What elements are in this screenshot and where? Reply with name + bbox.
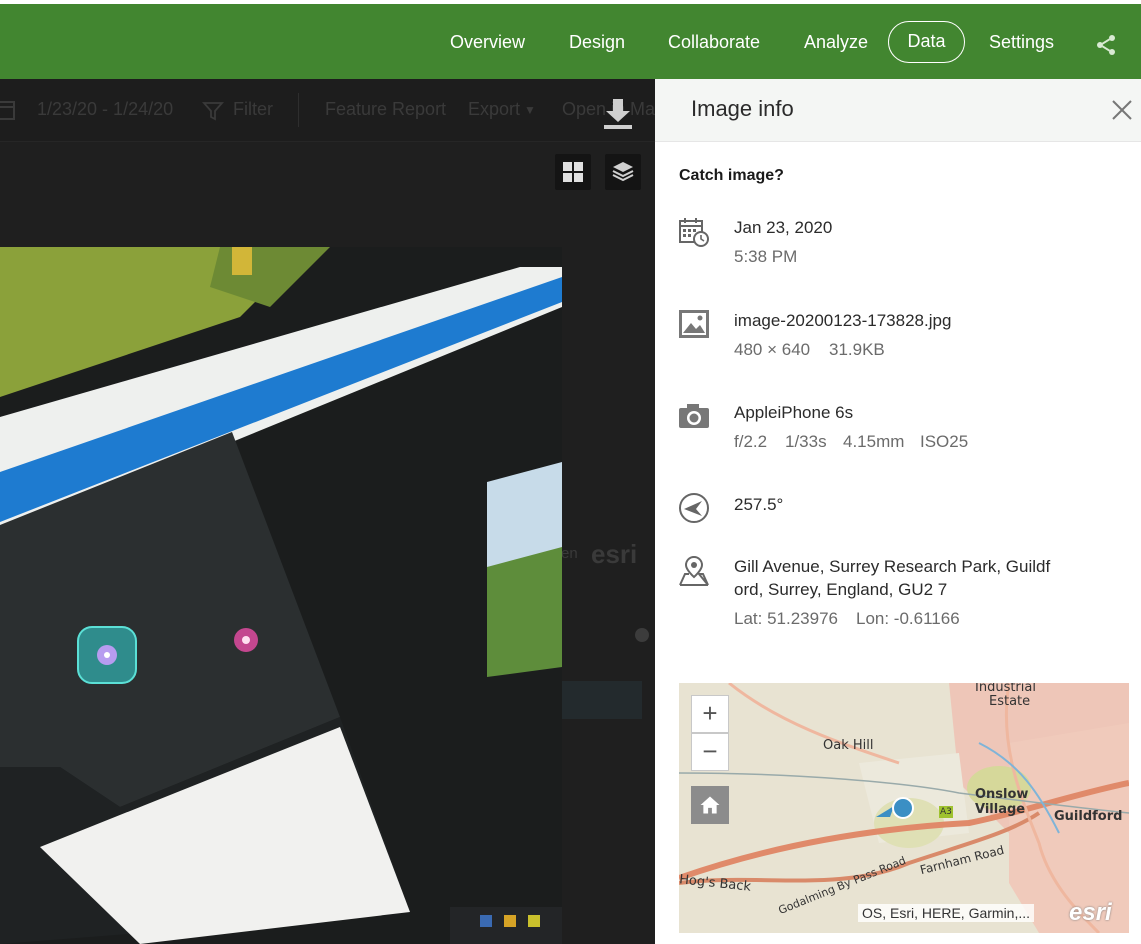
share-icon[interactable] [1094,33,1118,57]
home-button[interactable] [691,786,729,824]
location-address: Gill Avenue, Surrey Research Park, Guild… [734,557,1051,599]
calendar-clock-icon [679,218,709,247]
image-preview [0,247,562,944]
zoom-out-button[interactable]: − [691,733,729,771]
capture-date: Jan 23, 2020 [734,218,833,237]
feature-report-button[interactable]: Feature Report [325,99,446,120]
dimmed-background-view: 1/23/20 - 1/24/20 Filter Feature Report … [0,79,655,944]
camera-icon [679,404,709,428]
longitude: Lon: -0.61166 [856,609,960,628]
image-icon [679,310,709,338]
background-button [562,681,642,719]
zoom-in-button[interactable]: + [691,695,729,733]
iso-value: ISO25 [920,432,969,451]
home-icon [700,796,720,814]
map-label-oak-hill: Oak Hill [823,738,874,753]
nav-overview[interactable]: Overview [450,30,525,54]
nav-collaborate[interactable]: Collaborate [668,30,760,54]
image-info-panel: Image info Catch image? Jan 23, 2020 5:3… [655,79,1141,944]
catch-image-label: Catch image? [679,167,784,184]
focal-length: 4.15mm [843,432,905,451]
layers-button[interactable] [605,154,641,190]
background-esri-logo: esri [591,539,638,569]
panel-title: Image info [691,96,794,121]
download-icon[interactable] [601,97,635,131]
compass-heading-icon [679,493,709,523]
location-map[interactable]: Industrial Estate Oak Hill Onslow Villag… [679,683,1129,933]
location-marker[interactable] [874,797,918,823]
export-button[interactable]: Export [468,99,520,120]
file-name: image-20200123-173828.jpg [734,311,952,330]
heading-value: 257.5° [734,495,784,514]
nav-settings[interactable]: Settings [989,30,1054,54]
date-range[interactable]: 1/23/20 - 1/24/20 [37,99,173,120]
map-label-estate: Estate [989,694,1031,709]
top-nav-bar: Overview Design Collaborate Analyze Data… [0,4,1141,79]
file-size: 31.9KB [829,340,885,359]
calendar-icon [0,101,15,120]
background-text-fragment: en [561,545,578,562]
close-icon[interactable] [1111,99,1133,121]
map-label-guildford: Guildford [1054,809,1123,824]
shutter-speed: 1/33s [785,432,827,451]
image-dimensions: 480 × 640 [734,340,811,359]
export-caret-icon: ▼ [524,103,536,117]
nav-data-active[interactable]: Data [888,21,965,63]
capture-time: 5:38 PM [734,247,798,266]
photo-content [0,247,562,944]
nav-analyze[interactable]: Analyze [804,30,868,54]
map-pin-icon [679,555,709,586]
aperture-value: f/2.2 [734,432,768,451]
layers-icon [612,162,634,182]
panel-header: Image info [655,79,1141,142]
map-attribution[interactable]: OS, Esri, HERE, Garmin,... [858,904,1035,922]
data-toolbar: 1/23/20 - 1/24/20 Filter Feature Report … [0,79,655,142]
esri-logo: esri [1069,899,1112,926]
filter-button[interactable]: Filter [233,99,273,120]
map-label-onslow: Onslow [975,787,1029,802]
map-label-a3: A3 [940,807,952,817]
background-close-icon [635,628,649,642]
map-label-village: Village [975,802,1026,817]
filter-icon [202,102,224,121]
latitude: Lat: 51.23976 [734,609,838,628]
toolbar-divider [298,93,299,127]
camera-model: AppleiPhone 6s [734,403,854,422]
nav-design[interactable]: Design [569,30,625,54]
grid-icon [563,162,583,182]
grid-view-button[interactable] [555,154,591,190]
